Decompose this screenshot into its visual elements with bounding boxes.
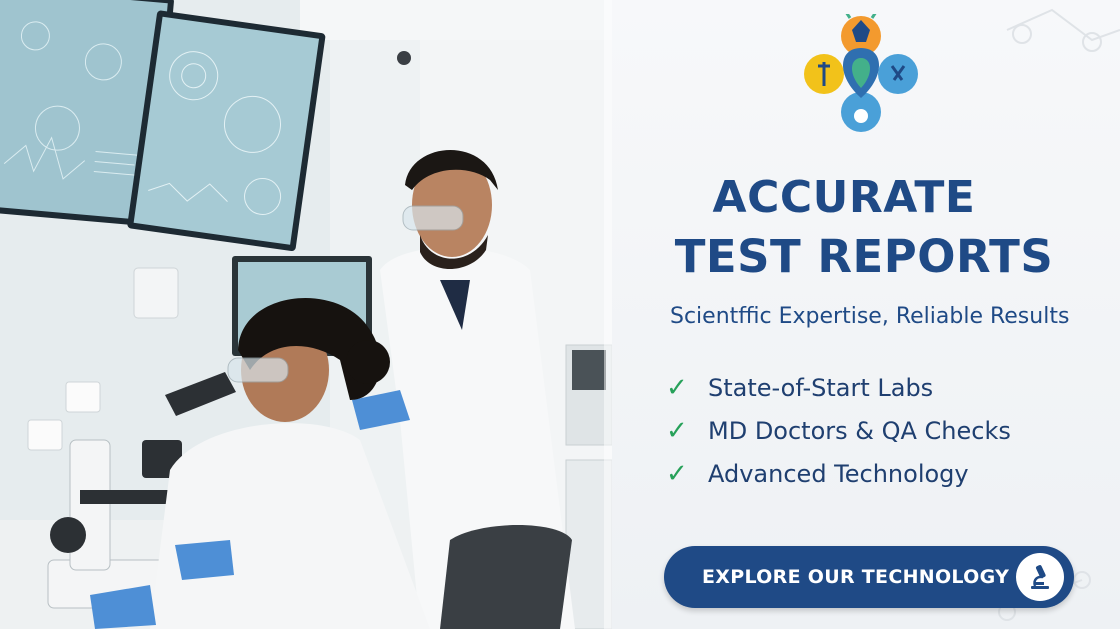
feature-list: ✓ State-of-Start Labs ✓ MD Doctors & QA … bbox=[666, 366, 1106, 495]
feature-item: ✓ State-of-Start Labs bbox=[666, 366, 1106, 409]
subtitle: Scientffic Expertise, Reliable Results bbox=[670, 304, 1070, 329]
feature-label: Advanced Technology bbox=[708, 459, 969, 488]
headline-line2: TEST REPORTS bbox=[674, 230, 1054, 283]
microscope-icon bbox=[1016, 553, 1064, 601]
explore-technology-button[interactable]: EXPLORE OUR TECHNOLOGY bbox=[664, 546, 1074, 608]
lab-scientists-photo bbox=[0, 0, 612, 629]
content-panel: ACCURATE TEST REPORTS Scientffic Experti… bbox=[612, 0, 1120, 629]
feature-item: ✓ Advanced Technology bbox=[666, 452, 1106, 495]
feature-label: State-of-Start Labs bbox=[708, 373, 934, 402]
check-icon: ✓ bbox=[666, 415, 688, 446]
logo-icon bbox=[804, 14, 918, 132]
check-icon: ✓ bbox=[666, 458, 688, 489]
feature-item: ✓ MD Doctors & QA Checks bbox=[666, 409, 1106, 452]
headline-line1: ACCURATE bbox=[712, 172, 976, 223]
cta-label: EXPLORE OUR TECHNOLOGY bbox=[702, 566, 1010, 588]
feature-label: MD Doctors & QA Checks bbox=[708, 416, 1011, 445]
check-icon: ✓ bbox=[666, 372, 688, 403]
